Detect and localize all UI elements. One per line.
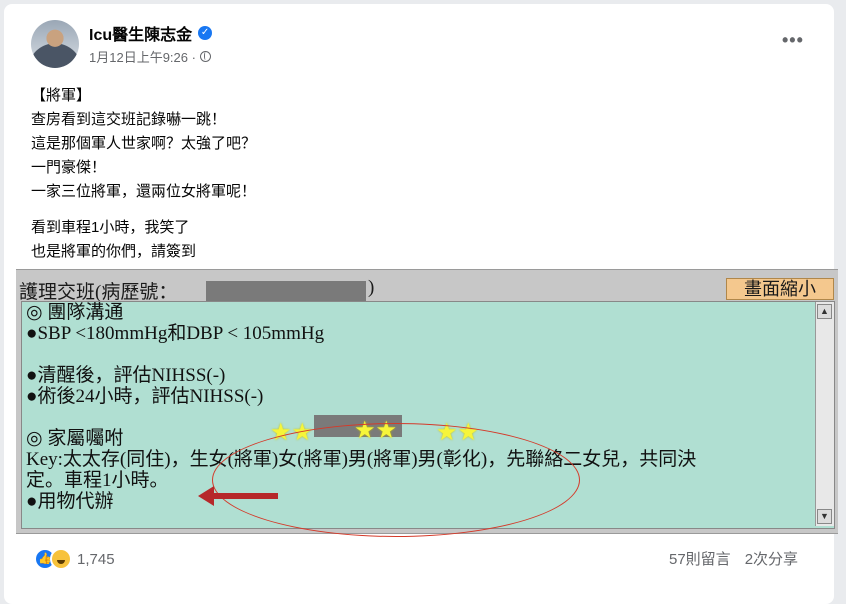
red-circle-annotation — [212, 423, 580, 537]
content-line — [26, 344, 806, 365]
redacted-block — [206, 281, 366, 301]
handover-title: 護理交班(病歷號： — [19, 282, 178, 303]
reaction-count[interactable]: 1,745 — [77, 551, 115, 568]
post-line: 也是將軍的你們，請簽到 — [31, 243, 197, 260]
haha-icon — [50, 548, 72, 570]
post-line: 查房看到這交班記錄嚇一跳！ — [31, 111, 227, 128]
post-line: 這是那個軍人世家啊？太強了吧？ — [31, 135, 257, 152]
content-line: ●術後24小時，評估NIHSS(-) — [26, 386, 264, 407]
scroll-down-icon: ▼ — [817, 509, 832, 524]
post-stats: 57則留言 2次分享 — [669, 548, 798, 569]
post-meta: 1月12日上午9:26 · — [89, 47, 211, 66]
comments-count[interactable]: 57則留言 — [669, 548, 731, 569]
verified-badge-icon: ✓ — [198, 26, 213, 40]
post-line: 看到車程1小時，我笑了 — [31, 219, 190, 236]
scrollbar: ▲ ▼ — [815, 302, 834, 526]
shares-count[interactable]: 2次分享 — [745, 548, 798, 569]
avatar[interactable] — [31, 20, 79, 68]
content-line: ●SBP <180mmHg和DBP < 105mmHg — [26, 323, 325, 344]
author-label[interactable]: Icu醫生陳志金 — [89, 21, 192, 45]
author-name[interactable]: Icu醫生陳志金 ✓ — [89, 21, 213, 45]
scroll-up-icon: ▲ — [817, 304, 832, 319]
post-timestamp[interactable]: 1月12日上午9:26 · — [89, 47, 196, 66]
arrow-shaft — [208, 493, 278, 499]
content-line: ●清醒後，評估NIHSS(-) — [26, 365, 226, 386]
post-line: 一門豪傑！ — [31, 159, 107, 176]
content-line: ◎ 團隊溝通 — [26, 302, 124, 323]
more-options-icon[interactable]: ••• — [782, 30, 804, 51]
zoom-out-button: 畫面縮小 — [726, 278, 834, 300]
post-line: 【將軍】 — [31, 87, 92, 104]
reactions-summary[interactable]: 👍 1,745 — [34, 548, 115, 570]
post-image[interactable]: 護理交班(病歷號： ) 畫面縮小 ◎ 團隊溝通 ●SBP <180mmHg和DB… — [16, 269, 838, 537]
post-card: Icu醫生陳志金 ✓ 1月12日上午9:26 · ••• 【將軍】 查房看到這交… — [4, 4, 838, 604]
globe-icon — [199, 51, 211, 62]
post-line: 一家三位將軍，還兩位女將軍呢！ — [31, 183, 257, 200]
handover-title-close: ) — [368, 277, 375, 298]
post-body: 【將軍】 查房看到這交班記錄嚇一跳！ 這是那個軍人世家啊？太強了吧？ 一門豪傑！… — [31, 84, 811, 264]
handover-content-area: ◎ 團隊溝通 ●SBP <180mmHg和DBP < 105mmHg ●清醒後，… — [21, 301, 835, 537]
